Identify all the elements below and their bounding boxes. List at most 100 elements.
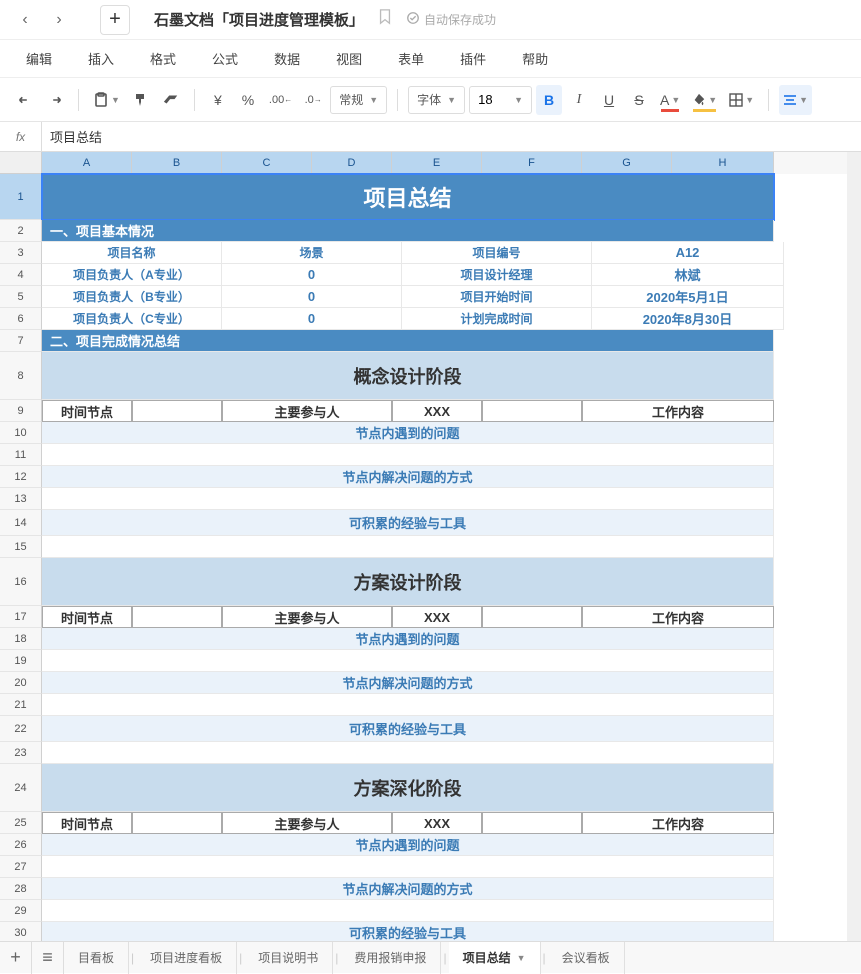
row-8[interactable]: 8 bbox=[0, 352, 42, 400]
clear-format-button[interactable] bbox=[158, 85, 184, 115]
cell-A18[interactable]: 节点内遇到的问题 bbox=[42, 628, 774, 650]
menu-format[interactable]: 格式 bbox=[136, 43, 190, 74]
row-3[interactable]: 3 bbox=[0, 242, 42, 264]
col-D[interactable]: D bbox=[312, 152, 392, 174]
col-A[interactable]: A bbox=[42, 152, 132, 174]
cell-A19[interactable] bbox=[42, 650, 774, 672]
row-20[interactable]: 20 bbox=[0, 672, 42, 694]
tab-board-partial[interactable]: 目看板 bbox=[64, 942, 129, 974]
row-11[interactable]: 11 bbox=[0, 444, 42, 466]
cell-C4[interactable]: 0 bbox=[222, 264, 402, 286]
cell-A20[interactable]: 节点内解决问题的方式 bbox=[42, 672, 774, 694]
tab-progress[interactable]: 项目进度看板 bbox=[136, 942, 237, 974]
row-15[interactable]: 15 bbox=[0, 536, 42, 558]
cell-A9[interactable]: 时间节点 bbox=[42, 400, 132, 422]
cell-A7[interactable]: 二、项目完成情况总结 bbox=[42, 330, 774, 352]
add-sheet-button[interactable]: + bbox=[0, 942, 32, 974]
row-26[interactable]: 26 bbox=[0, 834, 42, 856]
cell-A27[interactable] bbox=[42, 856, 774, 878]
cell-E6[interactable]: 计划完成时间 bbox=[402, 308, 592, 330]
cell-A4[interactable]: 项目负责人（A专业） bbox=[42, 264, 222, 286]
row-9[interactable]: 9 bbox=[0, 400, 42, 422]
cell-A12[interactable]: 节点内解决问题的方式 bbox=[42, 466, 774, 488]
cell-E17[interactable]: XXX bbox=[392, 606, 482, 628]
redo-button[interactable] bbox=[42, 85, 68, 115]
menu-data[interactable]: 数据 bbox=[260, 43, 314, 74]
bold-button[interactable]: B bbox=[536, 85, 562, 115]
row-17[interactable]: 17 bbox=[0, 606, 42, 628]
chevron-down-icon[interactable]: ▼ bbox=[517, 953, 526, 963]
cell-F9[interactable] bbox=[482, 400, 582, 422]
tab-manual[interactable]: 项目说明书 bbox=[244, 942, 333, 974]
cell-G4[interactable]: 林斌 bbox=[592, 264, 784, 286]
font-size-input[interactable] bbox=[478, 92, 508, 107]
cell-B25[interactable] bbox=[132, 812, 222, 834]
cell-A3[interactable]: 项目名称 bbox=[42, 242, 222, 264]
paste-button[interactable]: ▼ bbox=[89, 85, 124, 115]
row-16[interactable]: 16 bbox=[0, 558, 42, 606]
cell-G5[interactable]: 2020年5月1日 bbox=[592, 286, 784, 308]
fill-color-button[interactable]: ▼ bbox=[688, 85, 721, 115]
cell-F17[interactable] bbox=[482, 606, 582, 628]
italic-button[interactable]: I bbox=[566, 85, 592, 115]
align-button[interactable]: ▼ bbox=[779, 85, 812, 115]
cell-B17[interactable] bbox=[132, 606, 222, 628]
cell-E3[interactable]: 项目编号 bbox=[402, 242, 592, 264]
borders-button[interactable]: ▼ bbox=[725, 85, 758, 115]
tab-summary[interactable]: 项目总结▼ bbox=[449, 942, 541, 974]
underline-button[interactable]: U bbox=[596, 85, 622, 115]
number-format-select[interactable]: 常规▼ bbox=[330, 86, 387, 114]
row-24[interactable]: 24 bbox=[0, 764, 42, 812]
row-6[interactable]: 6 bbox=[0, 308, 42, 330]
row-25[interactable]: 25 bbox=[0, 812, 42, 834]
strike-button[interactable]: S bbox=[626, 85, 652, 115]
row-28[interactable]: 28 bbox=[0, 878, 42, 900]
cell-A29[interactable] bbox=[42, 900, 774, 922]
dec-decimal-button[interactable]: .0→ bbox=[300, 85, 326, 115]
row-22[interactable]: 22 bbox=[0, 716, 42, 742]
vertical-scrollbar[interactable] bbox=[847, 152, 861, 941]
cell-C6[interactable]: 0 bbox=[222, 308, 402, 330]
formula-input[interactable]: 项目总结 bbox=[42, 127, 861, 146]
text-color-button[interactable]: A▼ bbox=[656, 85, 684, 115]
nav-forward-button[interactable]: › bbox=[44, 5, 74, 35]
row-10[interactable]: 10 bbox=[0, 422, 42, 444]
cell-E9[interactable]: XXX bbox=[392, 400, 482, 422]
cell-A10[interactable]: 节点内遇到的问题 bbox=[42, 422, 774, 444]
paint-button[interactable] bbox=[128, 85, 154, 115]
menu-plugin[interactable]: 插件 bbox=[446, 43, 500, 74]
row-5[interactable]: 5 bbox=[0, 286, 42, 308]
cell-F25[interactable] bbox=[482, 812, 582, 834]
menu-table[interactable]: 表单 bbox=[384, 43, 438, 74]
row-18[interactable]: 18 bbox=[0, 628, 42, 650]
col-E[interactable]: E bbox=[392, 152, 482, 174]
cell-A21[interactable] bbox=[42, 694, 774, 716]
col-G[interactable]: G bbox=[582, 152, 672, 174]
cell-A5[interactable]: 项目负责人（B专业） bbox=[42, 286, 222, 308]
cell-A28[interactable]: 节点内解决问题的方式 bbox=[42, 878, 774, 900]
cell-C25[interactable]: 主要参与人 bbox=[222, 812, 392, 834]
row-21[interactable]: 21 bbox=[0, 694, 42, 716]
cell-E4[interactable]: 项目设计经理 bbox=[402, 264, 592, 286]
cell-G3[interactable]: A12 bbox=[592, 242, 784, 264]
row-12[interactable]: 12 bbox=[0, 466, 42, 488]
bookmark-icon[interactable] bbox=[378, 9, 392, 30]
add-button[interactable]: + bbox=[100, 5, 130, 35]
currency-button[interactable]: ¥ bbox=[205, 85, 231, 115]
cell-G17[interactable]: 工作内容 bbox=[582, 606, 774, 628]
tab-meeting[interactable]: 会议看板 bbox=[548, 942, 625, 974]
tab-expense[interactable]: 费用报销申报 bbox=[340, 942, 441, 974]
font-select[interactable]: 字体▼ bbox=[408, 86, 465, 114]
cell-A25[interactable]: 时间节点 bbox=[42, 812, 132, 834]
cell-A14[interactable]: 可积累的经验与工具 bbox=[42, 510, 774, 536]
cell-A17[interactable]: 时间节点 bbox=[42, 606, 132, 628]
cell-C5[interactable]: 0 bbox=[222, 286, 402, 308]
cell-A11[interactable] bbox=[42, 444, 774, 466]
row-29[interactable]: 29 bbox=[0, 900, 42, 922]
percent-button[interactable]: % bbox=[235, 85, 261, 115]
col-H[interactable]: H bbox=[672, 152, 774, 174]
row-14[interactable]: 14 bbox=[0, 510, 42, 536]
menu-help[interactable]: 帮助 bbox=[508, 43, 562, 74]
cell-A24[interactable]: 方案深化阶段 bbox=[42, 764, 774, 812]
cell-C17[interactable]: 主要参与人 bbox=[222, 606, 392, 628]
